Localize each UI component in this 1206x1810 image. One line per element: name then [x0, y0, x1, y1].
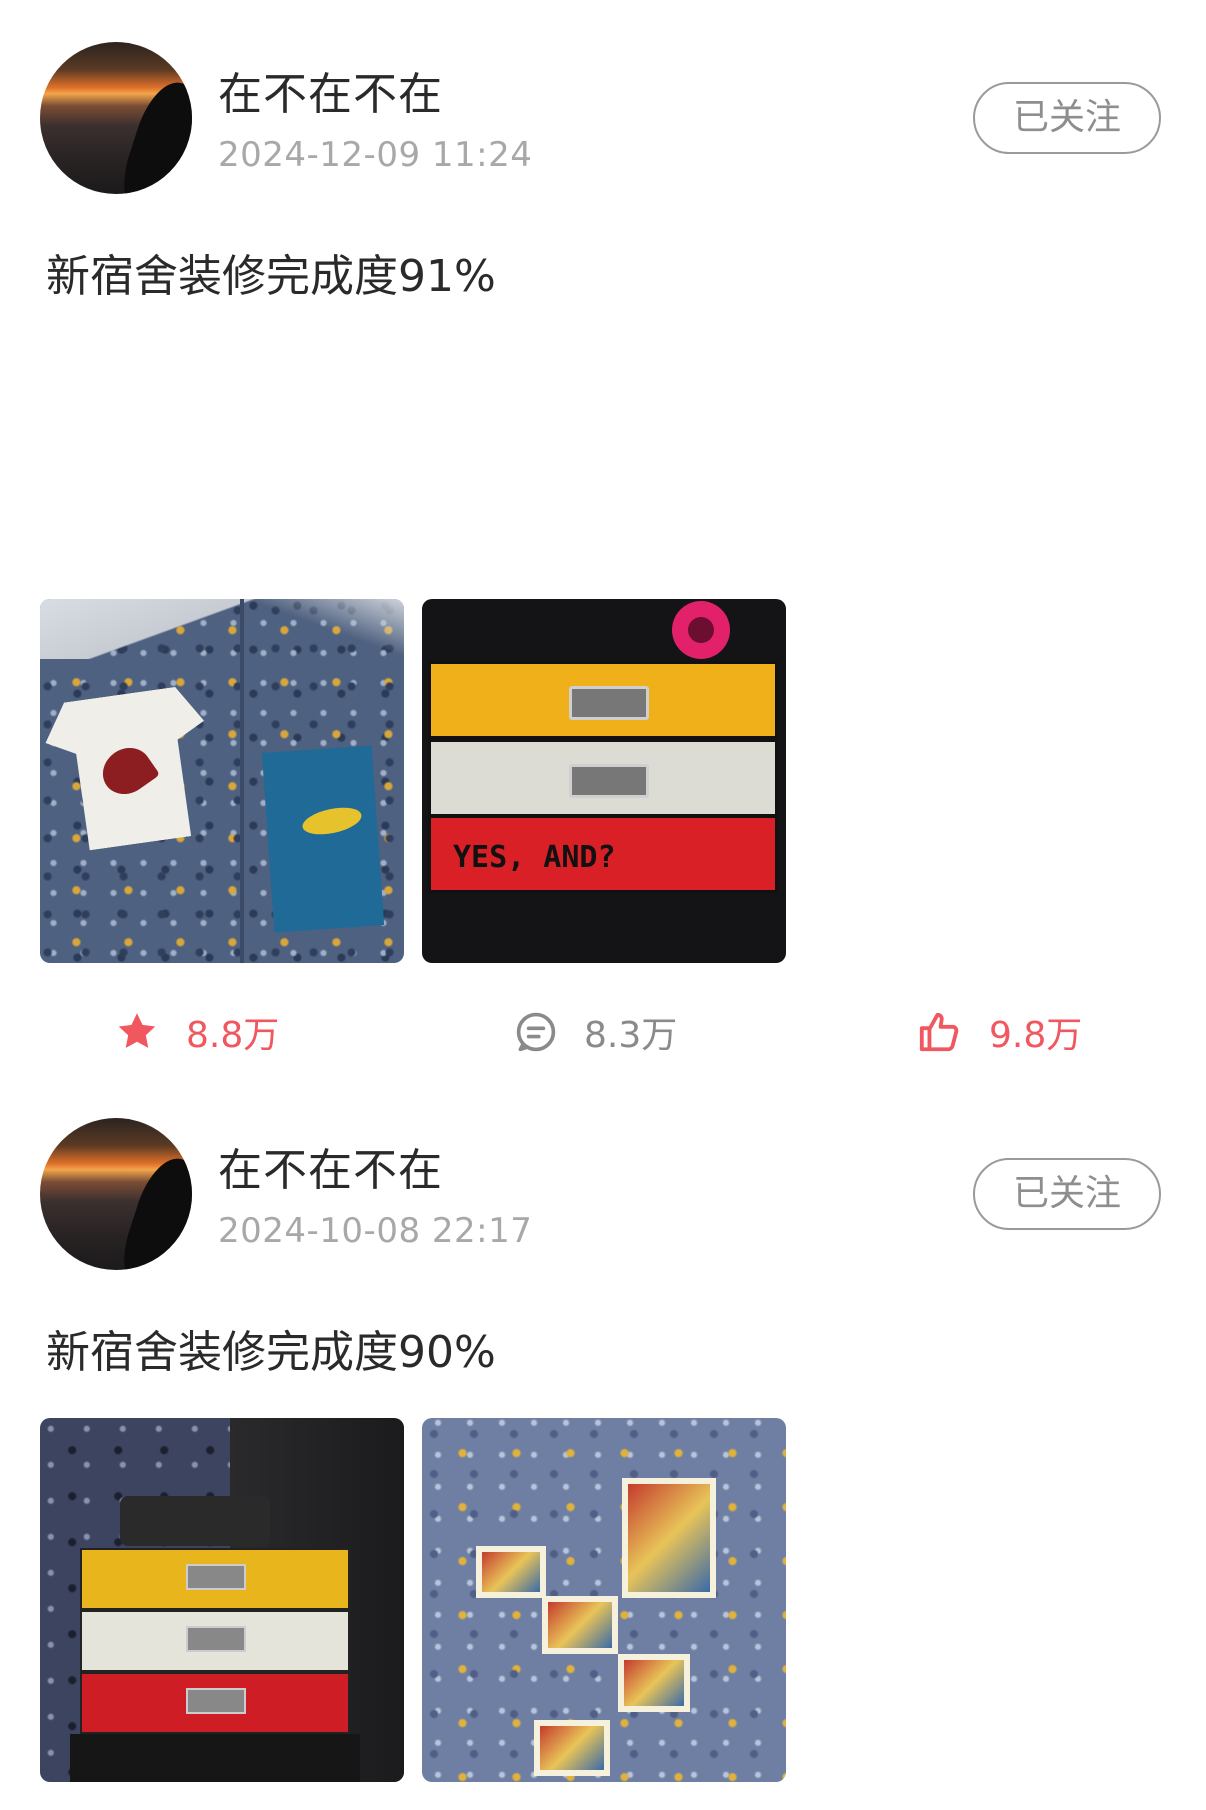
comic-print	[622, 1478, 716, 1598]
red-drawer	[80, 1672, 350, 1734]
drawer-slogan: YES, AND?	[453, 840, 616, 875]
comment-count: 8.3万	[584, 1015, 678, 1056]
comic-print	[476, 1546, 546, 1598]
hair-dryer-nozzle	[688, 617, 714, 643]
like-count: 9.8万	[989, 1015, 1083, 1056]
post-timestamp: 2024-10-08 22:17	[218, 1211, 533, 1251]
feed-post: 在不在不在 2024-10-08 22:17 已关注 新宿舍装修完成度90%	[0, 1110, 1206, 1810]
like-action[interactable]: 9.8万	[917, 992, 1082, 1072]
username[interactable]: 在不在不在	[218, 1134, 443, 1198]
post-timestamp: 2024-12-09 11:24	[218, 135, 533, 175]
comment-action[interactable]: 8.3万	[514, 992, 677, 1072]
comic-print	[542, 1596, 618, 1654]
follow-button[interactable]: 已关注	[973, 82, 1161, 154]
drawer-handle	[569, 686, 649, 720]
thumbs-up-icon	[919, 1012, 959, 1052]
white-drawer	[428, 739, 778, 817]
comic-print	[618, 1654, 690, 1712]
post-image-drawer-cabinet[interactable]	[40, 1418, 404, 1782]
post-image-comic-wall[interactable]	[422, 1418, 786, 1782]
drawer-handle	[186, 1626, 246, 1652]
drawer-handle	[186, 1564, 246, 1590]
comment-icon	[516, 1012, 556, 1052]
comic-print	[534, 1720, 610, 1776]
username[interactable]: 在不在不在	[218, 58, 443, 122]
post-text[interactable]: 新宿舍装修完成度90%	[46, 1316, 496, 1380]
post-image-drawer-stack[interactable]: YES, AND?	[422, 599, 786, 963]
favorite-action[interactable]: 8.8万	[114, 992, 279, 1072]
yellow-drawer	[428, 661, 778, 739]
drawer-handle	[569, 764, 649, 798]
yellow-drawer	[80, 1548, 350, 1610]
favorite-count: 8.8万	[186, 1015, 280, 1056]
white-drawer	[80, 1610, 350, 1672]
crown-molding	[40, 599, 404, 659]
star-icon	[118, 1013, 156, 1048]
post-text[interactable]: 新宿舍装修完成度91%	[46, 240, 496, 304]
blue-poster	[261, 745, 385, 933]
avatar[interactable]	[40, 1118, 192, 1270]
avatar[interactable]	[40, 42, 192, 194]
feed-post: 在不在不在 2024-12-09 11:24 已关注 新宿舍装修完成度91% Y…	[0, 0, 1206, 1110]
follow-button[interactable]: 已关注	[973, 1158, 1161, 1230]
post-image-wallpaper-corner[interactable]	[40, 599, 404, 963]
cabinet-base	[70, 1734, 360, 1782]
action-bar: 8.8万 8.3万 9.8万	[0, 992, 1206, 1072]
storage-case	[120, 1496, 270, 1546]
red-drawer: YES, AND?	[428, 815, 778, 893]
drawer-handle	[186, 1688, 246, 1714]
wall-corner	[240, 599, 244, 963]
